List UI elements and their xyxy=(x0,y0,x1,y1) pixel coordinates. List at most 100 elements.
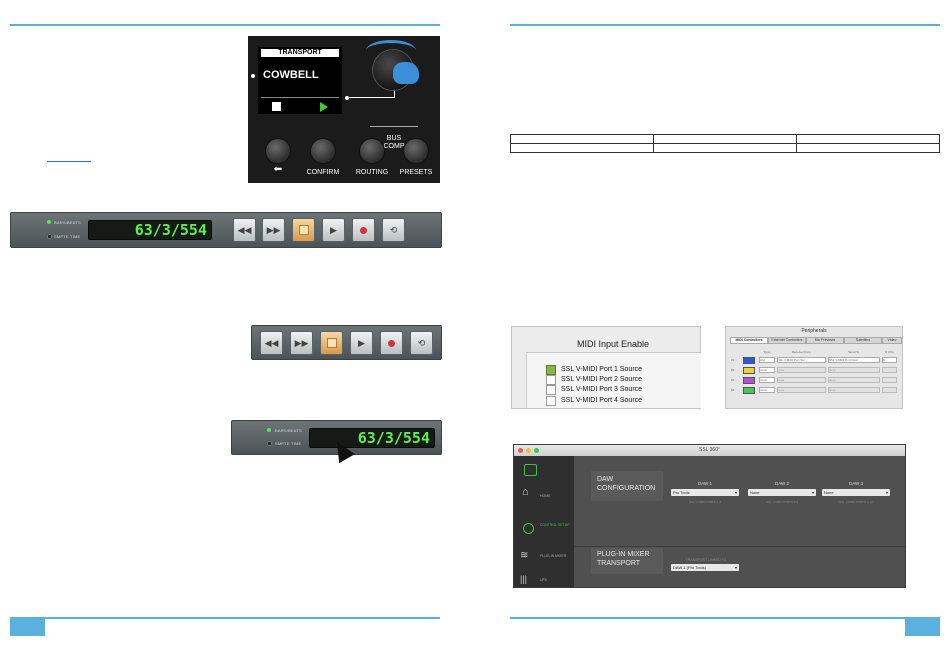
pointer-line-h xyxy=(349,97,394,98)
fast-forward-button[interactable]: ▶▶ xyxy=(262,218,285,242)
right-footer-rule xyxy=(510,617,940,619)
type-select[interactable]: none xyxy=(758,365,776,375)
table-cell xyxy=(510,134,654,144)
left-header-rule xyxy=(10,24,440,26)
sidebar-item-control-setup[interactable]: CONTROL SETUP xyxy=(514,516,574,544)
oled-screen: TRANSPORT COWBELL xyxy=(258,47,342,114)
receive-select[interactable]: none xyxy=(776,375,827,385)
smpte-led xyxy=(47,234,52,239)
daw2-select[interactable]: None ▾ xyxy=(748,489,816,496)
receive-select[interactable]: none xyxy=(776,365,827,375)
peripherals-table: Type Receive From Send To # Ch's #1 HUI … xyxy=(730,349,898,395)
rewind-button[interactable]: ◀◀ xyxy=(233,218,256,242)
record-button[interactable] xyxy=(352,218,375,242)
table-cell xyxy=(796,134,940,144)
hand-icon xyxy=(393,62,419,84)
stop-button[interactable] xyxy=(292,218,315,242)
smpte-label: SMPTE TIME xyxy=(275,441,302,446)
row-number: #2 xyxy=(731,368,735,372)
hardware-panel: TRANSPORT COWBELL BUS COMP ⬅ CONFIRM ROU… xyxy=(248,36,440,183)
pointer-dot-left xyxy=(251,74,255,78)
position-counter[interactable]: 63/3/554 xyxy=(309,428,435,448)
sidebar-item-uf8[interactable]: ||| UF8 xyxy=(514,574,574,587)
screen-title: TRANSPORT xyxy=(261,49,339,57)
type-select[interactable]: none xyxy=(758,375,776,385)
right-page-tab xyxy=(905,618,940,636)
counter-strip: BARS/BEATS SMPTE TIME 63/3/554 xyxy=(231,420,442,464)
table-row xyxy=(510,143,940,153)
table-cell xyxy=(796,143,940,153)
link-underline[interactable] xyxy=(47,161,91,162)
send-select-value: none xyxy=(827,377,880,383)
tab-satellites[interactable]: Satellites xyxy=(844,337,882,344)
channels-select-value xyxy=(881,377,897,383)
routing-knob[interactable] xyxy=(360,139,384,163)
fast-forward-button[interactable]: ▶▶ xyxy=(290,331,313,355)
tab-ethernet-controllers[interactable]: Ethernet Controllers xyxy=(768,337,806,344)
row-color-swatch xyxy=(742,355,758,365)
sidebar-item-home[interactable]: ⌂ HOME xyxy=(514,482,574,510)
midi-port-item[interactable]: SSL V-MIDI Port 1 Source xyxy=(546,365,642,375)
ssl360-titlebar: SSL 360° xyxy=(514,445,905,456)
daw1-select[interactable]: Pro Tools ▾ xyxy=(671,489,739,496)
confirm-knob[interactable] xyxy=(311,139,335,163)
presets-knob[interactable] xyxy=(404,139,428,163)
loop-button[interactable]: ⟲ xyxy=(382,218,405,242)
tab-mix-previews[interactable]: Mix Previews xyxy=(806,337,844,344)
send-select-value: none xyxy=(827,367,880,373)
stop-button[interactable] xyxy=(320,331,343,355)
checkbox-checked[interactable] xyxy=(546,365,556,375)
play-button[interactable]: ▶ xyxy=(350,331,373,355)
type-select[interactable]: none xyxy=(758,385,776,395)
channels-select[interactable]: 8 xyxy=(881,355,898,365)
midi-port-item[interactable]: SSL V-MIDI Port 2 Source xyxy=(546,375,643,386)
loop-button[interactable]: ⟲ xyxy=(410,331,433,355)
midi-port-label: SSL V-MIDI Port 2 Source xyxy=(561,376,643,384)
tab-midi-controllers[interactable]: MIDI Controllers xyxy=(730,337,768,344)
midi-port-item[interactable]: SSL V-MIDI Port 4 Source xyxy=(546,395,642,406)
ssl360-sidebar: ⌂ HOME CONTROL SETUP ≋ PLUG-IN MIXER |||… xyxy=(514,456,574,587)
play-button[interactable]: ▶ xyxy=(322,218,345,242)
send-select[interactable]: none xyxy=(827,375,881,385)
control-setup-icon xyxy=(523,523,534,534)
plugin-heading-line2: TRANSPORT xyxy=(597,560,641,567)
daw3-select[interactable]: None ▾ xyxy=(822,489,890,496)
channels-select[interactable] xyxy=(881,365,898,375)
type-select[interactable]: HUI xyxy=(758,355,776,365)
send-select[interactable]: none xyxy=(827,385,881,395)
daw-heading-line2: CONFIGURATION xyxy=(597,485,656,492)
midi-port-item[interactable]: SSL V-MIDI Port 3 Source xyxy=(546,385,642,396)
chevron-down-icon: ▾ xyxy=(885,490,888,495)
tab-video[interactable]: Video xyxy=(882,337,902,344)
receive-select[interactable]: none xyxy=(776,385,827,395)
uf8-icon: ||| xyxy=(520,574,528,584)
receive-select-value: none xyxy=(776,367,826,373)
sidebar-item-plugin-mixer[interactable]: ≋ PLUG-IN MIXER xyxy=(514,548,574,572)
table-row: #1 HUI SSL V-MIDI Port Src SSL V-MIDI Po… xyxy=(730,355,898,365)
bars-beats-led xyxy=(267,428,271,432)
midi-input-enable-window: MIDI Input Enable SSL V-MIDI Port 1 Sour… xyxy=(511,326,701,409)
stop-icon xyxy=(298,225,309,235)
channels-select[interactable] xyxy=(881,385,898,395)
receive-select[interactable]: SSL V-MIDI Port Src xyxy=(776,355,827,365)
peripherals-title: Peripherals xyxy=(801,328,827,334)
send-select-value: none xyxy=(827,387,880,393)
send-select[interactable]: SSL V-MIDI Port Dest xyxy=(827,355,881,365)
daw-configuration-heading: DAW CONFIGURATION xyxy=(591,471,663,501)
row-color-swatch xyxy=(742,365,758,375)
daw2-select-value: None xyxy=(750,490,760,495)
checkbox[interactable] xyxy=(546,375,556,386)
play-icon xyxy=(320,102,328,112)
channels-select-value xyxy=(881,367,897,373)
transport-linked-select[interactable]: DAW 1 (Pro Tools) ▾ xyxy=(671,564,739,571)
transport-linked-select-value: DAW 1 (Pro Tools) xyxy=(673,565,706,570)
checkbox[interactable] xyxy=(546,395,556,406)
send-select[interactable]: none xyxy=(827,365,881,375)
record-button[interactable] xyxy=(380,331,403,355)
back-knob[interactable] xyxy=(266,139,290,163)
channels-select[interactable] xyxy=(881,375,898,385)
rewind-button[interactable]: ◀◀ xyxy=(260,331,283,355)
row-color-swatch xyxy=(742,385,758,395)
checkbox[interactable] xyxy=(546,385,556,396)
daw2-port-label: SSL V-MIDI PORTS 5-8 xyxy=(766,500,798,504)
